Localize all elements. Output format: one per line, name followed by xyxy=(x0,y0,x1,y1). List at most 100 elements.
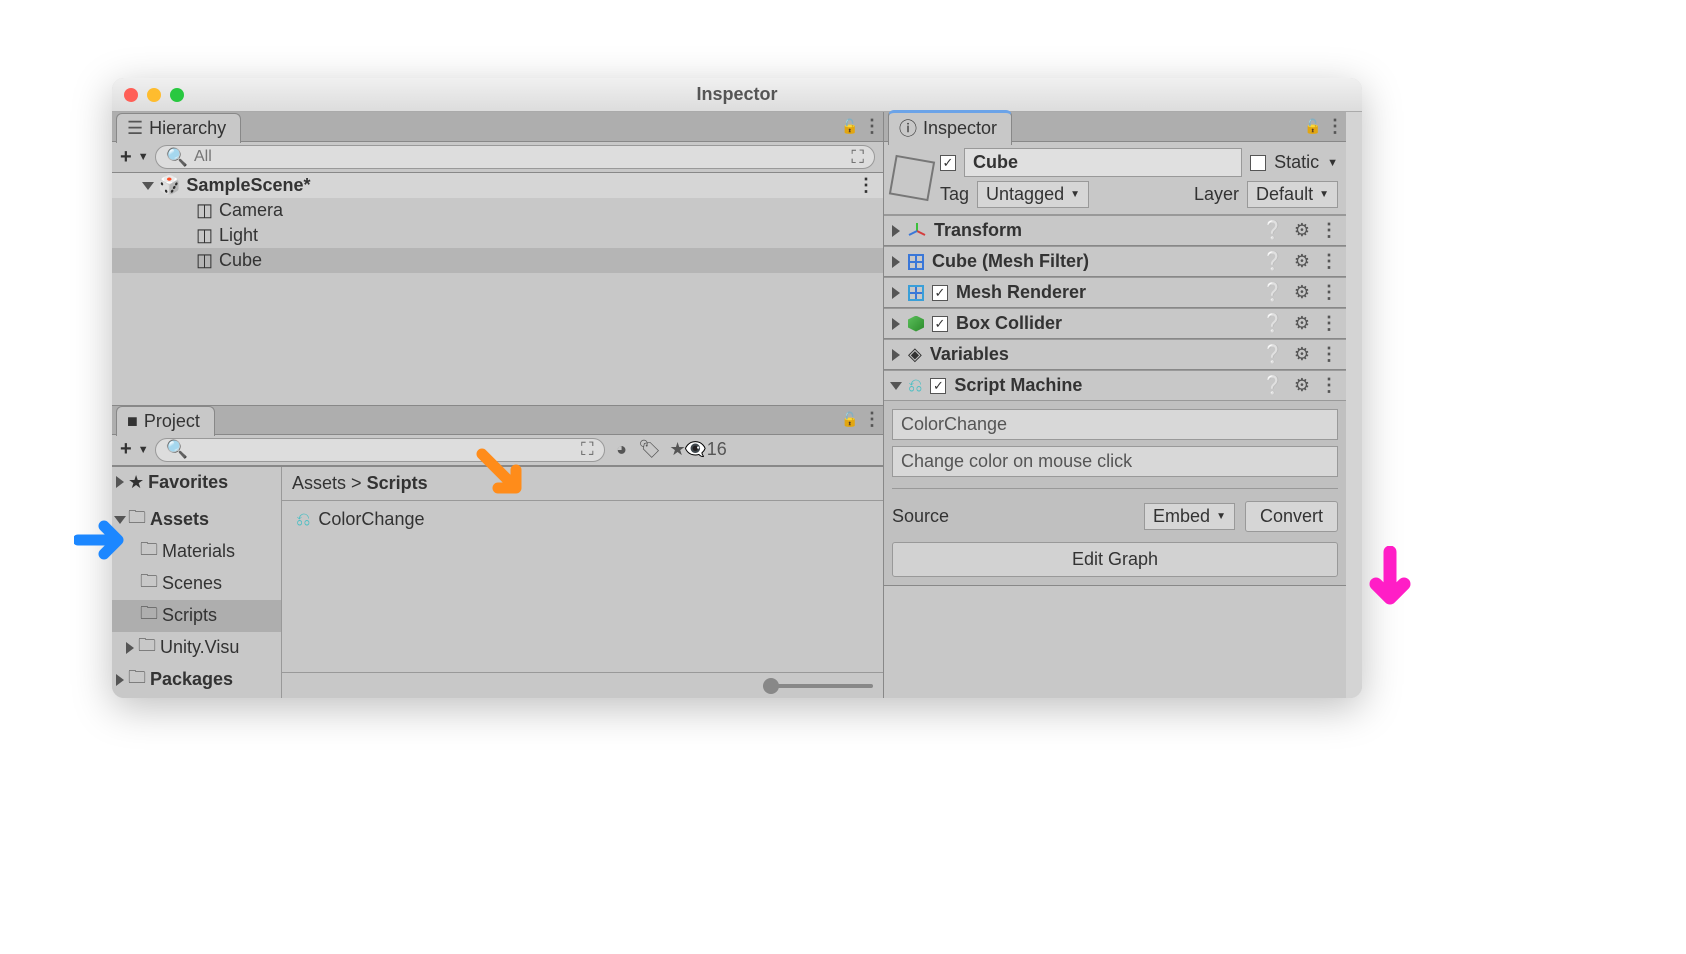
chevron-right-icon[interactable] xyxy=(116,674,124,686)
tree-favorites[interactable]: ★Favorites xyxy=(112,471,281,494)
hierarchy-item-selected[interactable]: ◫Cube xyxy=(112,248,883,273)
filter-type-icon[interactable]: ◕ xyxy=(611,439,633,461)
chevron-down-icon[interactable] xyxy=(890,382,902,390)
component-menu-icon[interactable] xyxy=(1320,251,1338,272)
script-icon: ⎌ xyxy=(908,375,922,396)
tree-folder[interactable]: 🗀Materials xyxy=(112,536,281,568)
help-icon[interactable]: ❔ xyxy=(1261,220,1283,241)
lock-icon[interactable] xyxy=(839,116,861,138)
preset-icon[interactable]: ⚙ xyxy=(1294,313,1310,334)
annotation-arrow-orange xyxy=(472,444,528,500)
component-menu-icon[interactable] xyxy=(1320,220,1338,241)
project-search[interactable]: 🔍 ⛶ xyxy=(155,438,605,462)
hidden-toggle[interactable]: 👁‍🗨16 xyxy=(695,439,717,461)
edit-graph-button[interactable]: Edit Graph xyxy=(892,542,1338,577)
inspector-scrollbar[interactable] xyxy=(1346,112,1362,698)
hierarchy-item[interactable]: ◫Camera xyxy=(112,198,883,223)
help-icon[interactable]: ❔ xyxy=(1261,344,1283,365)
help-icon[interactable]: ❔ xyxy=(1261,251,1283,272)
tab-inspector[interactable]: ⓘ Inspector xyxy=(888,110,1012,145)
panel-menu-icon[interactable] xyxy=(861,409,883,431)
filter-label-icon[interactable]: 🏷 xyxy=(639,439,661,461)
add-button[interactable]: + xyxy=(120,146,132,169)
tree-folder[interactable]: 🗀Unity.Visu xyxy=(112,632,281,664)
chevron-right-icon[interactable] xyxy=(892,287,900,299)
help-icon[interactable]: ❔ xyxy=(1261,375,1283,396)
hierarchy-search[interactable]: 🔍 ⛶ xyxy=(155,145,875,169)
preset-icon[interactable]: ⚙ xyxy=(1294,282,1310,303)
component-menu-icon[interactable] xyxy=(1320,282,1338,303)
component-header[interactable]: Cube (Mesh Filter) ❔⚙ xyxy=(884,247,1346,276)
row-menu-icon[interactable] xyxy=(857,175,875,196)
chevron-right-icon[interactable] xyxy=(892,349,900,361)
component-mesh-filter: Cube (Mesh Filter) ❔⚙ xyxy=(884,246,1346,277)
expand-search-icon[interactable]: ⛶ xyxy=(851,147,864,168)
tag-dropdown[interactable]: Untagged▼ xyxy=(977,181,1089,208)
help-icon[interactable]: ❔ xyxy=(1261,282,1283,303)
axes-icon xyxy=(908,222,926,240)
breadcrumb-root[interactable]: Assets xyxy=(292,473,346,493)
tab-hierarchy[interactable]: ☰ Hierarchy xyxy=(116,113,241,143)
chevron-right-icon[interactable] xyxy=(126,642,134,654)
component-mesh-renderer: Mesh Renderer ❔⚙ xyxy=(884,277,1346,308)
component-header[interactable]: Box Collider ❔⚙ xyxy=(884,309,1346,338)
annotation-arrow-magenta xyxy=(1368,546,1412,616)
chevron-down-icon[interactable]: ▼ xyxy=(138,444,149,456)
convert-button[interactable]: Convert xyxy=(1245,501,1338,532)
tree-assets[interactable]: 🗀Assets xyxy=(112,504,281,536)
tree-folder[interactable]: 🗀Scenes xyxy=(112,568,281,600)
preset-icon[interactable]: ⚙ xyxy=(1294,251,1310,272)
lock-icon[interactable] xyxy=(839,409,861,431)
gameobject-icon[interactable] xyxy=(889,155,935,201)
scene-row[interactable]: 🎲 SampleScene* xyxy=(112,173,883,198)
grid-size-slider[interactable] xyxy=(763,684,873,688)
breadcrumb-current[interactable]: Scripts xyxy=(367,473,428,493)
component-menu-icon[interactable] xyxy=(1320,375,1338,396)
panel-menu-icon[interactable] xyxy=(861,116,883,138)
component-header[interactable]: ◈ Variables ❔⚙ xyxy=(884,340,1346,369)
panel-menu-icon[interactable] xyxy=(1324,116,1346,138)
component-menu-icon[interactable] xyxy=(1320,313,1338,334)
layer-dropdown[interactable]: Default▼ xyxy=(1247,181,1338,208)
help-icon[interactable]: ❔ xyxy=(1261,313,1283,334)
component-enable-checkbox[interactable] xyxy=(932,316,948,332)
static-checkbox[interactable] xyxy=(1250,155,1266,171)
component-menu-icon[interactable] xyxy=(1320,344,1338,365)
tree-packages[interactable]: 🗀Packages xyxy=(112,664,281,696)
layer-label: Layer xyxy=(1194,184,1239,205)
object-name-input[interactable]: Cube xyxy=(964,148,1242,177)
add-button[interactable]: + xyxy=(120,438,132,461)
source-dropdown[interactable]: Embed▼ xyxy=(1144,503,1235,530)
component-enable-checkbox[interactable] xyxy=(932,285,948,301)
tag-label: Tag xyxy=(940,184,969,205)
component-header[interactable]: ⎌ Script Machine ❔⚙ xyxy=(884,371,1346,400)
preset-icon[interactable]: ⚙ xyxy=(1294,220,1310,241)
tab-project[interactable]: ■ Project xyxy=(116,406,215,436)
hierarchy-search-input[interactable] xyxy=(194,148,845,166)
project-body[interactable]: ⎌ ColorChange xyxy=(282,501,883,673)
component-header[interactable]: Transform ❔⚙ xyxy=(884,216,1346,245)
component-header[interactable]: Mesh Renderer ❔⚙ xyxy=(884,278,1346,307)
script-desc-field[interactable]: Change color on mouse click xyxy=(892,446,1338,477)
chevron-right-icon[interactable] xyxy=(116,476,124,488)
breadcrumb[interactable]: Assets > Scripts xyxy=(282,467,883,501)
folder-icon: 🗀 xyxy=(140,569,158,599)
lock-icon[interactable] xyxy=(1302,116,1324,138)
expand-search-icon[interactable]: ⛶ xyxy=(581,439,594,460)
chevron-right-icon[interactable] xyxy=(892,225,900,237)
chevron-down-icon[interactable]: ▼ xyxy=(138,151,149,163)
component-enable-checkbox[interactable] xyxy=(930,378,946,394)
slider-handle[interactable] xyxy=(763,678,779,694)
chevron-down-icon[interactable]: ▼ xyxy=(1327,157,1338,169)
cube-icon: ◫ xyxy=(196,250,213,271)
chevron-right-icon[interactable] xyxy=(892,318,900,330)
preset-icon[interactable]: ⚙ xyxy=(1294,375,1310,396)
tree-folder-selected[interactable]: 🗀Scripts xyxy=(112,600,281,632)
hierarchy-item[interactable]: ◫Light xyxy=(112,223,883,248)
script-name-field[interactable]: ColorChange xyxy=(892,409,1338,440)
chevron-down-icon[interactable] xyxy=(142,182,154,190)
asset-item[interactable]: ⎌ ColorChange xyxy=(296,509,869,530)
chevron-right-icon[interactable] xyxy=(892,256,900,268)
active-checkbox[interactable] xyxy=(940,155,956,171)
preset-icon[interactable]: ⚙ xyxy=(1294,344,1310,365)
